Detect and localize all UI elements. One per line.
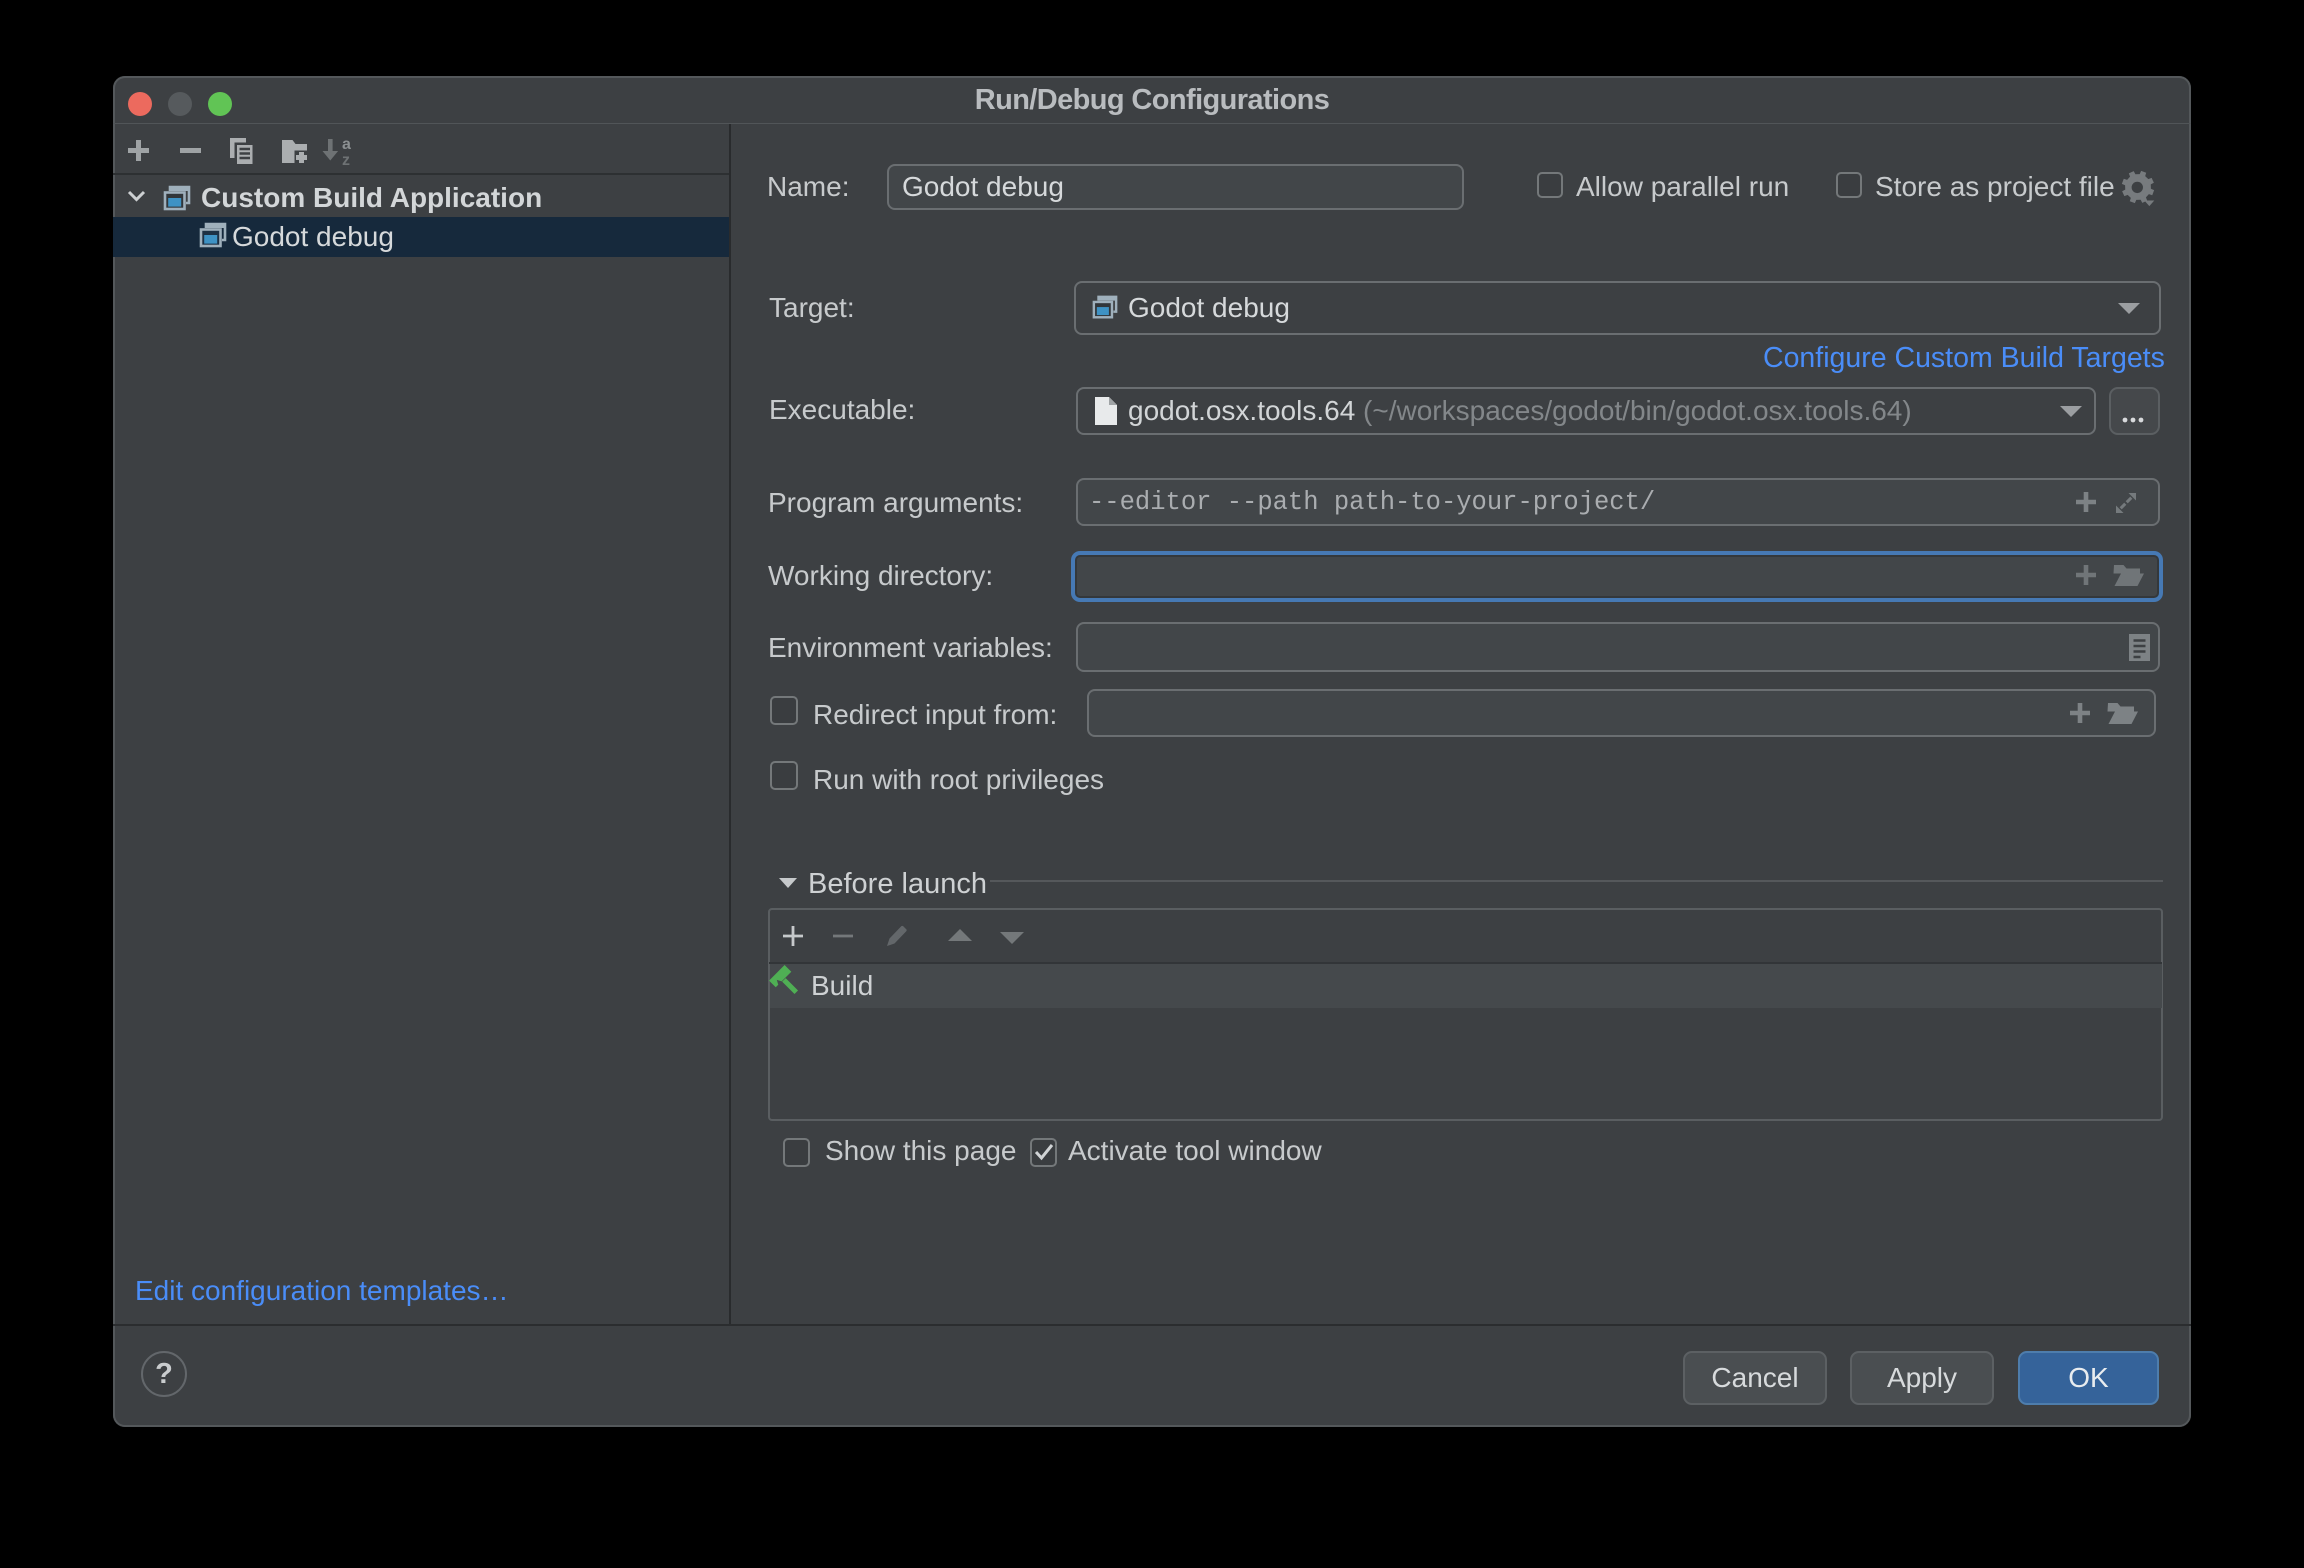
svg-text:a: a	[342, 136, 351, 153]
svg-text:z: z	[342, 152, 350, 169]
